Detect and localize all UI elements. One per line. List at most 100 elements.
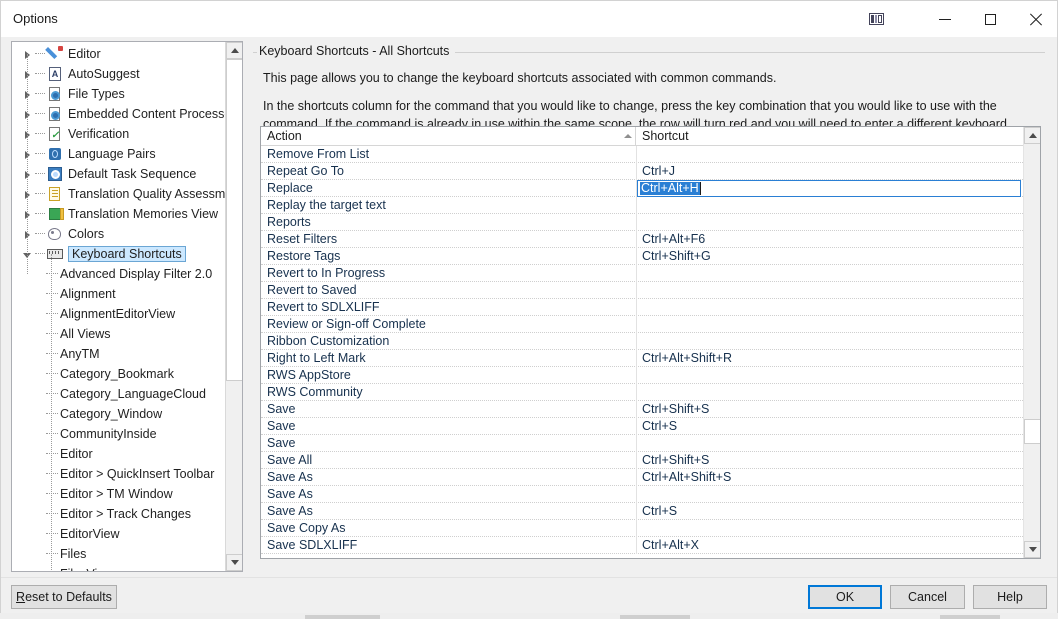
- cell-shortcut: Ctrl+Shift+S: [642, 453, 710, 467]
- tree-item-communityinside[interactable]: CommunityInside: [12, 424, 224, 444]
- cell-shortcut: Ctrl+Alt+Shift+R: [642, 351, 732, 365]
- tree-item-filesview[interactable]: FilesView: [12, 564, 224, 571]
- table-row[interactable]: Save All Ctrl+Shift+S: [261, 452, 1023, 469]
- window-title: Options: [13, 11, 58, 26]
- tree-item-file-types[interactable]: File Types: [12, 84, 224, 104]
- maximize-button[interactable]: [967, 1, 1013, 37]
- tree-item-category-window[interactable]: Category_Window: [12, 404, 224, 424]
- cell-shortcut: [642, 435, 1012, 451]
- tree-item-editorview[interactable]: EditorView: [12, 524, 224, 544]
- chevron-down-icon: [1028, 547, 1037, 552]
- grid-scroll-thumb[interactable]: [1024, 419, 1040, 444]
- table-row[interactable]: Reports: [261, 214, 1023, 231]
- text-caret: [700, 182, 701, 195]
- cell-action: Replace: [267, 181, 313, 195]
- column-separator: [636, 248, 637, 265]
- table-row[interactable]: Reset Filters Ctrl+Alt+F6: [261, 231, 1023, 248]
- palette-icon: [48, 228, 61, 240]
- help-button[interactable]: Help: [973, 585, 1047, 609]
- tree-item-anytm[interactable]: AnyTM: [12, 344, 224, 364]
- tree-scroll-down-button[interactable]: [226, 554, 242, 571]
- table-row[interactable]: RWS Community: [261, 384, 1023, 401]
- tree-item-language-pairs[interactable]: Language Pairs: [12, 144, 224, 164]
- tree-item-advanced-display-filter-2-0[interactable]: Advanced Display Filter 2.0: [12, 264, 224, 284]
- table-row[interactable]: Revert to Saved: [261, 282, 1023, 299]
- cancel-button[interactable]: Cancel: [890, 585, 965, 609]
- table-row[interactable]: Review or Sign-off Complete: [261, 316, 1023, 333]
- ok-label: OK: [835, 590, 855, 604]
- autosuggest-icon: A: [47, 66, 63, 82]
- table-row[interactable]: Remove From List: [261, 146, 1023, 163]
- dialog-footer: Reset to Defaults OK Cancel Help: [1, 577, 1057, 614]
- table-row[interactable]: Right to Left Mark Ctrl+Alt+Shift+R: [261, 350, 1023, 367]
- grid-scroll-up-button[interactable]: [1024, 127, 1040, 144]
- grid-scroll-down-button[interactable]: [1024, 541, 1040, 558]
- table-row[interactable]: Save Ctrl+Shift+S: [261, 401, 1023, 418]
- tree-item-colors[interactable]: Colors: [12, 224, 224, 244]
- tree-scroll-thumb[interactable]: [226, 59, 242, 381]
- shortcut-edit-input[interactable]: Ctrl+Alt+H: [637, 180, 1021, 197]
- table-row[interactable]: Save SDLXLIFF Ctrl+Alt+X: [261, 537, 1023, 554]
- tree-item-alignment[interactable]: Alignment: [12, 284, 224, 304]
- table-row[interactable]: Save Copy As: [261, 520, 1023, 537]
- gear-doc-icon: [47, 106, 63, 122]
- tree-item-all-views[interactable]: All Views: [12, 324, 224, 344]
- tree-item-editor-tm-window[interactable]: Editor > TM Window: [12, 484, 224, 504]
- options-tree[interactable]: Editor A AutoSuggest File Types Embedded Con…: [11, 41, 243, 572]
- tree-item-label: Verification: [68, 127, 130, 141]
- tree-item-label: Category_Bookmark: [60, 367, 174, 381]
- tree-item-category-bookmark[interactable]: Category_Bookmark: [12, 364, 224, 384]
- tree-item-editor-quickinsert-toolbar[interactable]: Editor > QuickInsert Toolbar: [12, 464, 224, 484]
- column-separator: [636, 367, 637, 384]
- tree-item-autosuggest[interactable]: A AutoSuggest: [12, 64, 224, 84]
- column-separator: [636, 418, 637, 435]
- cell-action: Right to Left Mark: [267, 351, 366, 365]
- layout-panel-icon[interactable]: [853, 1, 899, 37]
- tree-item-keyboard-shortcuts[interactable]: Keyboard Shortcuts: [12, 244, 224, 264]
- table-row[interactable]: Revert to SDLXLIFF: [261, 299, 1023, 316]
- cell-action: Save: [267, 419, 296, 433]
- tree-item-translation-quality-assessment[interactable]: Translation Quality Assessment: [12, 184, 242, 204]
- tree-item-translation-memories-view[interactable]: Translation Memories View: [12, 204, 224, 224]
- tree-scrollbar[interactable]: [225, 42, 242, 571]
- table-row[interactable]: Replay the target text: [261, 197, 1023, 214]
- table-row[interactable]: Save As Ctrl+S: [261, 503, 1023, 520]
- ok-button[interactable]: OK: [808, 585, 882, 609]
- table-row[interactable]: Ribbon Customization: [261, 333, 1023, 350]
- tree-item-files[interactable]: Files: [12, 544, 224, 564]
- table-row[interactable]: Save Ctrl+S: [261, 418, 1023, 435]
- column-separator: [636, 316, 637, 333]
- cell-action: Review or Sign-off Complete: [267, 317, 426, 331]
- tree-item-editor[interactable]: Editor: [12, 44, 224, 64]
- tree-item-embedded-content-processors[interactable]: Embedded Content Processors: [12, 104, 242, 124]
- table-row[interactable]: Save As Ctrl+Alt+Shift+S: [261, 469, 1023, 486]
- tree-item-alignmenteditorview[interactable]: AlignmentEditorView: [12, 304, 224, 324]
- table-row[interactable]: RWS AppStore: [261, 367, 1023, 384]
- dialog-content: Editor A AutoSuggest File Types Embedded Con…: [1, 37, 1057, 577]
- tree-item-category-languagecloud[interactable]: Category_LanguageCloud: [12, 384, 224, 404]
- tree-item-label: Colors: [68, 227, 105, 241]
- table-row[interactable]: Replace Ctrl+Alt+H: [261, 180, 1023, 197]
- table-row[interactable]: Restore Tags Ctrl+Shift+G: [261, 248, 1023, 265]
- cell-shortcut: [642, 197, 1012, 213]
- reset-to-defaults-button[interactable]: Reset to Defaults: [11, 585, 117, 609]
- column-header-shortcut[interactable]: Shortcut: [636, 127, 1023, 145]
- close-button[interactable]: [1012, 1, 1058, 37]
- grid-scrollbar[interactable]: [1023, 127, 1040, 558]
- tree-item-editor-track-changes[interactable]: Editor > Track Changes: [12, 504, 224, 524]
- keyboard-icon: [47, 246, 63, 262]
- tree-item-editor[interactable]: Editor: [12, 444, 224, 464]
- tree-item-verification[interactable]: ✓ Verification: [12, 124, 224, 144]
- tree-connector: [35, 113, 45, 115]
- table-row[interactable]: Repeat Go To Ctrl+J: [261, 163, 1023, 180]
- table-row[interactable]: Save: [261, 435, 1023, 452]
- shortcuts-grid[interactable]: Action Shortcut Remove From List Repeat G…: [260, 126, 1041, 559]
- table-row[interactable]: Revert to In Progress: [261, 265, 1023, 282]
- tree-item-label: CommunityInside: [60, 427, 157, 441]
- table-row[interactable]: Save As: [261, 486, 1023, 503]
- tree-item-default-task-sequence[interactable]: Default Task Sequence: [12, 164, 224, 184]
- column-header-action[interactable]: Action: [261, 127, 636, 145]
- tree-scroll-up-button[interactable]: [226, 42, 242, 59]
- column-separator: [636, 231, 637, 248]
- minimize-button[interactable]: [922, 1, 968, 37]
